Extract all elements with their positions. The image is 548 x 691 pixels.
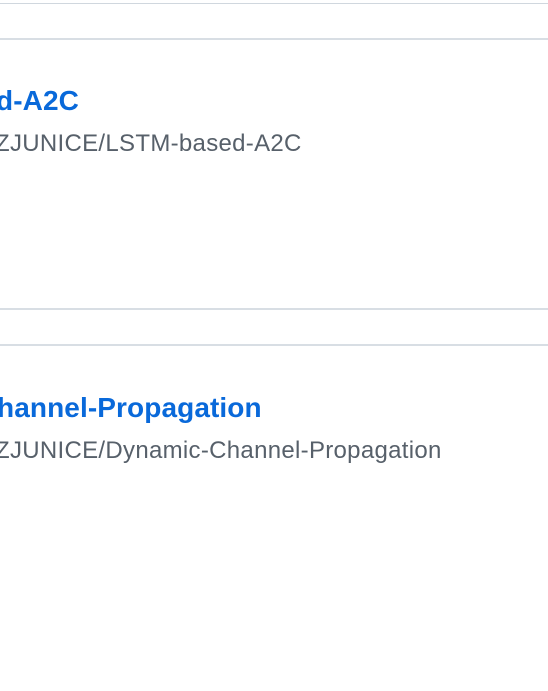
top-divider: [0, 0, 548, 4]
repo-card: hannel-Propagation ZJUNICE/Dynamic-Chann…: [0, 344, 548, 691]
repo-title-link[interactable]: hannel-Propagation: [0, 392, 262, 424]
repo-title-link[interactable]: d-A2C: [0, 85, 79, 117]
repo-card: d-A2C ZJUNICE/LSTM-based-A2C: [0, 38, 548, 310]
repo-full-name: ZJUNICE/Dynamic-Channel-Propagation: [0, 437, 442, 464]
repo-full-name: ZJUNICE/LSTM-based-A2C: [0, 130, 302, 157]
